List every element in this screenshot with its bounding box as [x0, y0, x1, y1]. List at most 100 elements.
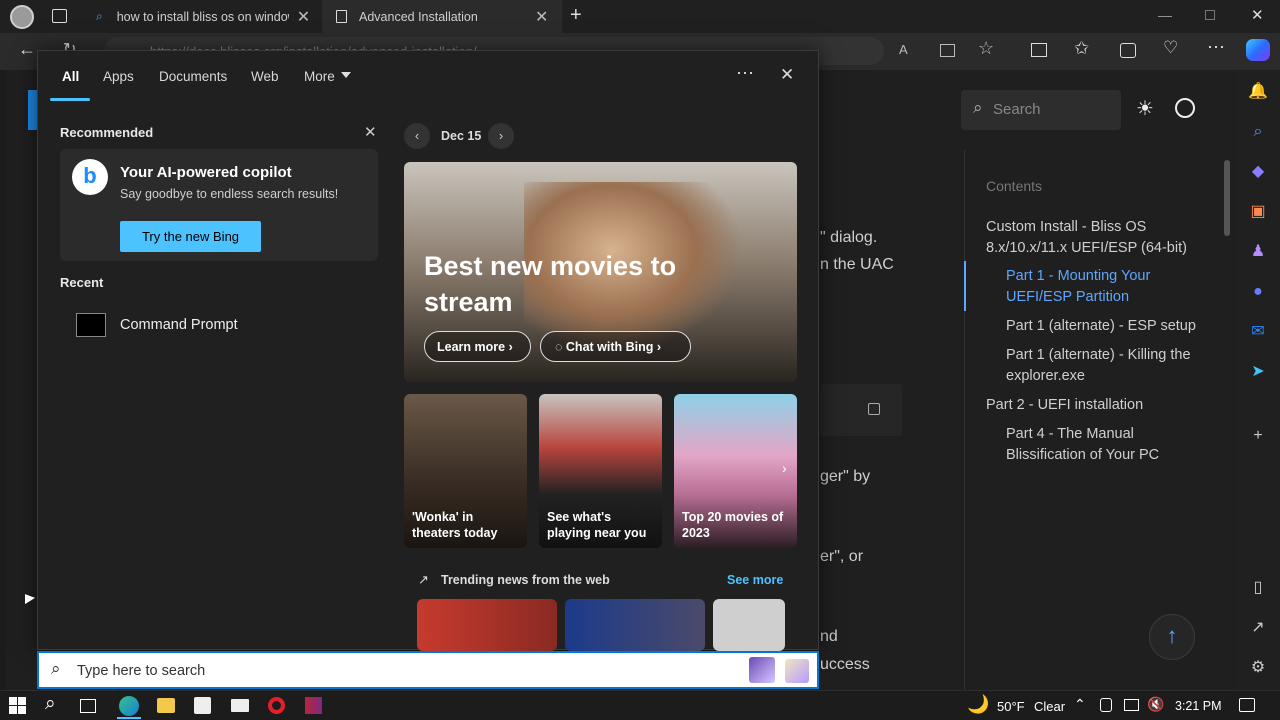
history-icon[interactable] [1175, 98, 1195, 118]
search-icon[interactable]: ⌕ [45, 693, 65, 714]
chevron-down-icon[interactable] [341, 72, 351, 78]
sidebar-toggle-icon[interactable]: ▯ [1248, 578, 1268, 598]
winrar-icon[interactable] [305, 697, 322, 714]
chat-with-bing-button[interactable]: ◌ Chat with Bing › [540, 331, 691, 362]
app-available-icon[interactable] [940, 44, 955, 57]
tab-all[interactable]: All [62, 69, 79, 84]
toc-item-active[interactable]: Part 1 - Mounting Your UEFI/ESP Partitio… [1006, 266, 1196, 308]
bell-icon[interactable]: 🔔 [1248, 82, 1268, 102]
tab-actions-icon[interactable] [52, 9, 67, 23]
tab-web[interactable]: Web [251, 69, 279, 84]
learn-more-button[interactable]: Learn more › [424, 331, 531, 362]
chevron-right-icon[interactable]: › [782, 460, 787, 476]
back-icon[interactable]: ← [18, 39, 36, 60]
tab-advanced-installation[interactable]: Advanced Installation ✕ [322, 0, 562, 33]
see-more-link[interactable]: See more [727, 573, 783, 587]
tab-more[interactable]: More [304, 69, 335, 84]
recent-heading: Recent [60, 275, 104, 290]
task-view-icon[interactable] [80, 699, 96, 713]
docs-search-placeholder: Search [993, 101, 1041, 118]
options-ellipsis-icon[interactable]: ⋯ [736, 63, 754, 84]
toc-item[interactable]: Part 1 (alternate) - ESP setup [1006, 316, 1211, 337]
mail-icon[interactable] [231, 699, 249, 712]
news-thumbnail[interactable] [565, 599, 705, 651]
toc-item[interactable]: Part 2 - UEFI installation [986, 395, 1196, 416]
copilot-title: Your AI-powered copilot [120, 164, 292, 181]
recent-item-command-prompt[interactable]: Command Prompt [74, 311, 364, 341]
favorites-icon[interactable]: ✩ [1074, 38, 1089, 59]
recent-item-label: Command Prompt [120, 317, 238, 333]
close-tab-icon[interactable]: ✕ [297, 7, 310, 27]
body-text: nd [820, 628, 838, 645]
notification-center-icon[interactable] [1239, 698, 1255, 712]
edge-browser-icon[interactable] [119, 696, 139, 716]
page-icon [336, 10, 347, 23]
toc-heading: Contents [986, 178, 1043, 194]
external-link-icon[interactable]: ↗ [1248, 618, 1268, 638]
body-text: uccess [820, 656, 870, 673]
movie-tile[interactable]: 'Wonka' in theaters today [404, 394, 527, 548]
movie-tile[interactable]: Top 20 movies of 2023 › [674, 394, 797, 548]
trending-icon: ↗ [418, 572, 429, 587]
windows-search-panel: All Apps Documents Web More ⋯ ✕ Recommen… [37, 50, 819, 651]
clock-time[interactable]: 3:21 PM [1175, 699, 1222, 713]
prev-date-icon[interactable]: ‹ [404, 123, 430, 149]
opera-icon[interactable] [268, 697, 285, 714]
tab-label: how to install bliss os on window [116, 9, 289, 24]
tab-documents[interactable]: Documents [159, 69, 227, 84]
theme-toggle-icon[interactable]: ☀ [1136, 96, 1154, 121]
drop-icon[interactable]: ➤ [1248, 362, 1268, 382]
games-icon[interactable]: ♟ [1248, 242, 1268, 262]
weather-condition[interactable]: Clear [1034, 699, 1065, 714]
chevron-up-icon[interactable]: ⌃ [1074, 696, 1086, 713]
tab-search[interactable]: ⌕ how to install bliss os on window ✕ [86, 0, 320, 33]
scrollbar[interactable] [1224, 160, 1230, 236]
file-explorer-icon[interactable] [157, 698, 175, 713]
settings-gear-icon[interactable]: ⚙ [1248, 658, 1268, 678]
docs-search-input[interactable]: ⌕ Search [961, 90, 1121, 130]
collections-icon[interactable] [1120, 43, 1136, 58]
close-tab-icon[interactable]: ✕ [535, 7, 548, 27]
read-aloud-icon[interactable]: A [899, 42, 908, 57]
favorite-star-icon[interactable]: ☆ [978, 38, 994, 59]
volume-muted-icon[interactable]: 🔇 [1147, 696, 1164, 713]
more-menu-icon[interactable]: ⋯ [1207, 37, 1225, 58]
meet-now-icon[interactable] [1100, 698, 1112, 712]
microsoft365-icon[interactable]: ● [1248, 282, 1268, 302]
weather-moon-icon[interactable]: 🌙 [967, 694, 989, 715]
microsoft-store-icon[interactable] [194, 697, 211, 714]
network-icon[interactable] [1124, 699, 1139, 711]
try-new-bing-button[interactable]: Try the new Bing [120, 221, 261, 252]
back-to-top-button[interactable]: ↑ [1149, 614, 1195, 660]
movie-tile[interactable]: See what's playing near you [539, 394, 662, 548]
close-window-icon[interactable]: ✕ [1251, 6, 1264, 24]
hero-card[interactable]: Best new movies to stream Learn more › ◌… [404, 162, 797, 382]
restore-icon[interactable] [1205, 10, 1215, 20]
close-icon[interactable]: ✕ [780, 65, 794, 85]
toc-item[interactable]: Part 4 - The Manual Blissification of Yo… [1006, 424, 1196, 466]
new-tab-icon[interactable]: + [570, 4, 582, 27]
learn-more-label: Learn more [437, 340, 506, 354]
next-date-icon[interactable]: › [488, 123, 514, 149]
news-thumbnail[interactable] [417, 599, 557, 651]
browser-essentials-icon[interactable]: ♡ [1163, 38, 1178, 58]
profile-avatar[interactable] [10, 5, 34, 29]
outlook-icon[interactable]: ✉ [1248, 322, 1268, 342]
toc-item[interactable]: Part 1 (alternate) - Killing the explore… [1006, 345, 1206, 387]
temperature[interactable]: 50°F [997, 699, 1025, 714]
search-icon[interactable]: ⌕ [1248, 122, 1268, 142]
dismiss-recommended-icon[interactable]: ✕ [364, 123, 377, 141]
taskbar-search-box[interactable]: ⌕ Type here to search [37, 651, 819, 689]
start-windows-icon[interactable] [9, 697, 26, 714]
tools-icon[interactable]: ▣ [1248, 202, 1268, 222]
copilot-icon[interactable] [1246, 39, 1270, 61]
toc-item[interactable]: Custom Install - Bliss OS 8.x/10.x/11.x … [986, 217, 1196, 259]
tab-apps[interactable]: Apps [103, 69, 134, 84]
body-text: er", or [820, 548, 864, 565]
add-icon[interactable]: + [1248, 426, 1268, 446]
news-thumbnail[interactable] [713, 599, 785, 651]
minimize-icon[interactable]: — [1158, 7, 1172, 23]
split-screen-icon[interactable] [1031, 43, 1047, 57]
copy-icon[interactable] [868, 403, 880, 415]
shopping-tag-icon[interactable]: ◆ [1248, 162, 1268, 182]
